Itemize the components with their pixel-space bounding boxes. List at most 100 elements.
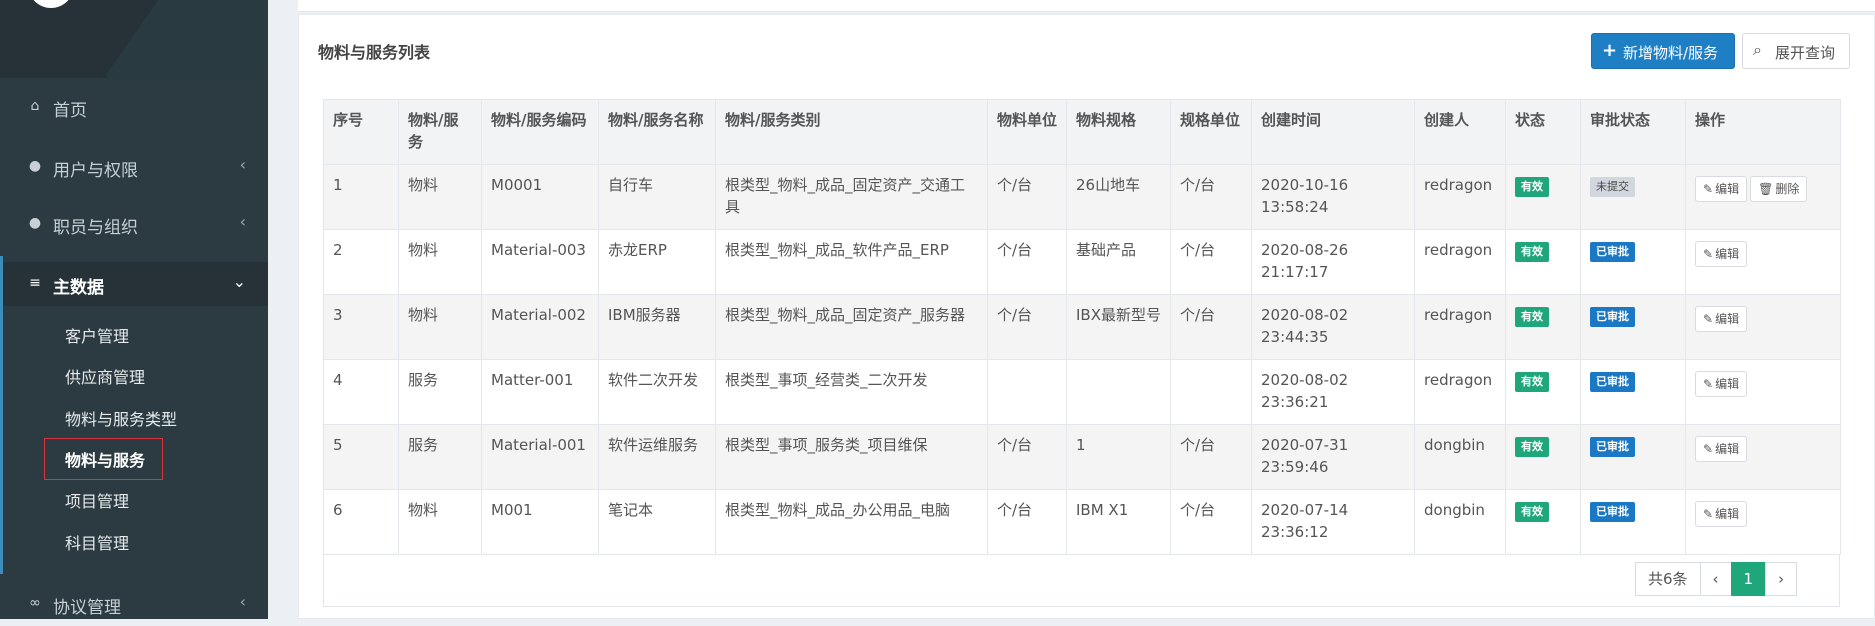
cell-name: 赤龙ERP — [598, 229, 716, 295]
edit-button[interactable]: ✎ 编辑 — [1695, 436, 1748, 462]
cell-spec-unit — [1170, 359, 1252, 425]
sidebar-subitem-suppliers[interactable]: 供应商管理 — [65, 364, 145, 388]
cell-created: 2020-10-16 13:58:24 — [1251, 164, 1415, 230]
table-row[interactable]: 4 服务 Matter-001 软件二次开发 根类型_事项_经营类_二次开发 2… — [323, 359, 1841, 425]
sidebar-subitem-material-types[interactable]: 物料与服务类型 — [65, 406, 177, 430]
column-header[interactable]: 物料/服务类别 — [715, 99, 988, 165]
table-row[interactable]: 1 物料 M0001 自行车 根类型_物料_成品_固定资产_交通工具 个/台 2… — [323, 164, 1841, 230]
cell-category: 根类型_物料_成品_固定资产_服务器 — [715, 294, 988, 360]
sidebar-item-home[interactable]: ⌂ 首页 — [0, 85, 268, 129]
cell-creator: redragon — [1414, 229, 1506, 295]
cell-spec: 1 — [1066, 424, 1171, 490]
cell-category: 根类型_物料_成品_固定资产_交通工具 — [715, 164, 988, 230]
sidebar-item-agreements[interactable]: ∞ 协议管理 ‹ — [0, 582, 268, 626]
sidebar-item-label: 主数据 — [53, 278, 104, 298]
delete-label: 删除 — [1775, 182, 1800, 196]
approval-badge: 已审批 — [1590, 307, 1635, 327]
sidebar-subitem-projects[interactable]: 项目管理 — [65, 488, 129, 512]
database-icon: ≡ — [29, 275, 41, 291]
pagination: 共6条 ‹ 1 › — [1635, 562, 1798, 596]
cell-code: Matter-001 — [481, 359, 599, 425]
edit-label: 编辑 — [1715, 377, 1740, 391]
column-header[interactable]: 创建人 — [1414, 99, 1506, 165]
add-material-button[interactable]: + 新增物料/服务 — [1591, 33, 1735, 69]
edit-button[interactable]: ✎ 编辑 — [1695, 306, 1748, 332]
cell-spec — [1066, 359, 1171, 425]
cell-approval: 已审批 — [1580, 359, 1686, 425]
cell-name: 自行车 — [598, 164, 716, 230]
home-icon: ⌂ — [30, 98, 40, 114]
edit-button[interactable]: ✎ 编辑 — [1695, 176, 1748, 202]
cell-no: 3 — [323, 294, 399, 360]
cell-type: 物料 — [398, 489, 482, 555]
column-header[interactable]: 物料/服务名称 — [598, 99, 716, 165]
column-header[interactable]: 序号 — [323, 99, 399, 165]
cell-no: 2 — [323, 229, 399, 295]
user-circle-icon: ● — [28, 215, 42, 231]
cell-unit — [987, 359, 1067, 425]
logo-icon — [28, 0, 74, 8]
column-header[interactable]: 物料/服务 — [398, 99, 482, 165]
delete-button[interactable]: 🗑 删除 — [1750, 176, 1808, 202]
approval-badge: 已审批 — [1590, 242, 1635, 262]
cell-created: 2020-08-02 23:44:35 — [1251, 294, 1415, 360]
trash-icon: 🗑 — [1758, 182, 1774, 196]
cell-approval: 已审批 — [1580, 424, 1686, 490]
edit-button[interactable]: ✎ 编辑 — [1695, 241, 1748, 267]
column-header[interactable]: 物料单位 — [987, 99, 1067, 165]
prev-page-button[interactable]: ‹ — [1699, 562, 1732, 596]
cell-status: 有效 — [1505, 359, 1581, 425]
edit-icon: ✎ — [1703, 312, 1714, 326]
cell-approval: 未提交 — [1580, 164, 1686, 230]
sidebar-subitem-customers[interactable]: 客户管理 — [65, 323, 129, 347]
edit-button[interactable]: ✎ 编辑 — [1695, 501, 1748, 527]
cell-unit: 个/台 — [987, 164, 1067, 230]
sidebar-subitem-accounts[interactable]: 科目管理 — [65, 530, 129, 554]
column-header[interactable]: 物料/服务编码 — [481, 99, 599, 165]
cell-type: 物料 — [398, 294, 482, 360]
cell-actions: ✎ 编辑 — [1685, 229, 1841, 295]
top-panel-edge — [298, 0, 1875, 12]
materials-table: 序号 物料/服务 物料/服务编码 物料/服务名称 物料/服务类别 物料单位 物料… — [323, 99, 1841, 555]
chevron-left-icon: ‹ — [239, 592, 246, 611]
cell-code: M0001 — [481, 164, 599, 230]
edit-icon: ✎ — [1703, 182, 1714, 196]
column-header[interactable]: 审批状态 — [1580, 99, 1686, 165]
chevron-left-icon: ‹ — [239, 155, 246, 174]
edit-label: 编辑 — [1715, 442, 1740, 456]
column-header[interactable]: 状态 — [1505, 99, 1581, 165]
edit-icon: ✎ — [1703, 247, 1714, 261]
approval-badge: 已审批 — [1590, 437, 1635, 457]
table-row[interactable]: 2 物料 Material-003 赤龙ERP 根类型_物料_成品_软件产品_E… — [323, 229, 1841, 295]
status-badge: 有效 — [1515, 372, 1549, 392]
cell-actions: ✎ 编辑 — [1685, 359, 1841, 425]
cell-created: 2020-08-02 23:36:21 — [1251, 359, 1415, 425]
table-row[interactable]: 6 物料 M001 笔记本 根类型_物料_成品_办公用品_电脑 个/台 IBM … — [323, 489, 1841, 555]
cell-no: 5 — [323, 424, 399, 490]
sidebar-item-users[interactable]: ● 用户与权限 ‹ — [0, 145, 268, 189]
cell-creator: redragon — [1414, 294, 1506, 360]
cell-spec: 基础产品 — [1066, 229, 1171, 295]
sidebar-item-master-data[interactable]: ≡ 主数据 ⌄ — [0, 262, 268, 306]
pagination-total: 共6条 — [1635, 562, 1701, 596]
expand-search-label: 展开查询 — [1775, 44, 1836, 62]
sidebar-item-staff[interactable]: ● 职员与组织 ‹ — [0, 202, 268, 246]
column-header[interactable]: 创建时间 — [1251, 99, 1415, 165]
next-page-button[interactable]: › — [1765, 562, 1798, 596]
edit-label: 编辑 — [1715, 507, 1740, 521]
expand-search-button[interactable]: ⌕ 展开查询 — [1742, 33, 1850, 69]
status-badge: 有效 — [1515, 242, 1549, 262]
page-1-button[interactable]: 1 — [1730, 562, 1767, 596]
status-badge: 有效 — [1515, 307, 1549, 327]
status-badge: 有效 — [1515, 502, 1549, 522]
cell-actions: ✎ 编辑 — [1685, 489, 1841, 555]
chevron-left-icon: ‹ — [239, 212, 246, 231]
table-row[interactable]: 5 服务 Material-001 软件运维服务 根类型_事项_服务类_项目维保… — [323, 424, 1841, 490]
column-header[interactable]: 物料规格 — [1066, 99, 1171, 165]
cell-unit: 个/台 — [987, 424, 1067, 490]
column-header[interactable]: 规格单位 — [1170, 99, 1252, 165]
table-row[interactable]: 3 物料 Material-002 IBM服务器 根类型_物料_成品_固定资产_… — [323, 294, 1841, 360]
cell-spec-unit: 个/台 — [1170, 164, 1252, 230]
edit-button[interactable]: ✎ 编辑 — [1695, 371, 1748, 397]
cell-category: 根类型_事项_经营类_二次开发 — [715, 359, 988, 425]
